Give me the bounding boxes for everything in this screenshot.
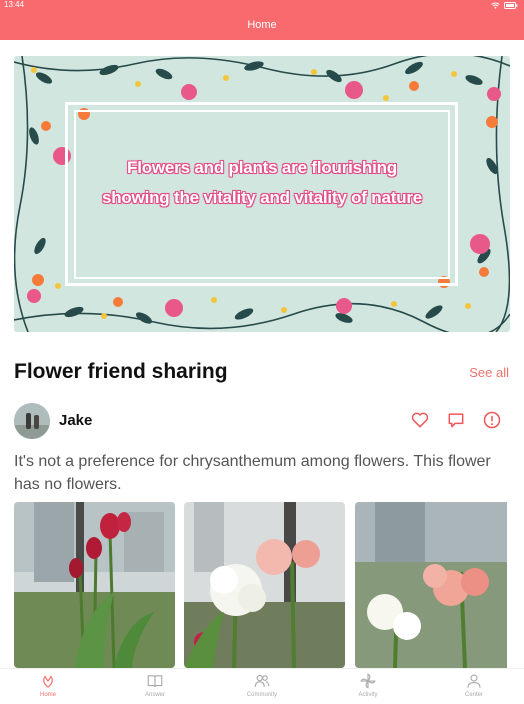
banner-headline-line2: showing the vitality and vitality of nat…	[101, 188, 423, 207]
post-photo-1[interactable]	[14, 502, 175, 668]
white-amaryllis-photo	[184, 502, 345, 668]
tab-activity-label: Activity	[358, 692, 378, 698]
see-all-link[interactable]: See all	[469, 365, 509, 380]
nav-title: Home	[247, 19, 277, 31]
post-text: It's not a preference for chrysanthemum …	[14, 453, 491, 493]
nav-bar: Home	[0, 10, 524, 40]
avatar-photo	[14, 403, 50, 439]
status-time: 13:44	[4, 0, 25, 9]
report-button[interactable]	[482, 410, 502, 435]
avatar[interactable]	[14, 403, 50, 439]
post-photo-2[interactable]	[184, 502, 345, 668]
person-icon	[467, 674, 481, 688]
pinwheel-icon	[360, 673, 376, 689]
heart-icon	[411, 412, 429, 428]
tab-community-label: Community	[246, 692, 278, 698]
flower-icon	[43, 675, 53, 688]
tab-answer-label: Answer	[144, 692, 165, 698]
red-tulips-window-photo	[14, 502, 175, 668]
post-photo-3[interactable]	[355, 502, 516, 668]
tab-home-label: Home	[39, 692, 56, 698]
book-icon	[147, 675, 163, 688]
tab-community[interactable]: Community	[222, 672, 302, 698]
tab-center-label: Center	[464, 692, 483, 698]
battery-icon	[504, 1, 518, 9]
pink-amaryllis-photo	[355, 502, 507, 668]
like-button[interactable]	[410, 410, 430, 435]
tab-home[interactable]: Home	[8, 672, 88, 698]
status-bar: 13:44	[0, 0, 524, 10]
section-title: Flower friend sharing	[14, 360, 228, 383]
tab-answer[interactable]: Answer	[115, 672, 195, 698]
tab-center[interactable]: Center	[434, 672, 514, 698]
comment-icon	[448, 413, 464, 428]
tab-bar: Home Answer Community Activity Center	[0, 668, 524, 704]
people-icon	[254, 674, 270, 688]
status-icons	[491, 0, 518, 10]
comment-button[interactable]	[446, 410, 466, 435]
wifi-icon	[491, 2, 500, 9]
post-author[interactable]: Jake	[59, 412, 92, 429]
hero-banner[interactable]: Flowers and plants are flourishing showi…	[14, 56, 510, 332]
report-icon	[483, 411, 501, 429]
tab-activity[interactable]: Activity	[328, 672, 408, 698]
banner-headline-line1: Flowers and plants are flourishing	[127, 158, 397, 177]
